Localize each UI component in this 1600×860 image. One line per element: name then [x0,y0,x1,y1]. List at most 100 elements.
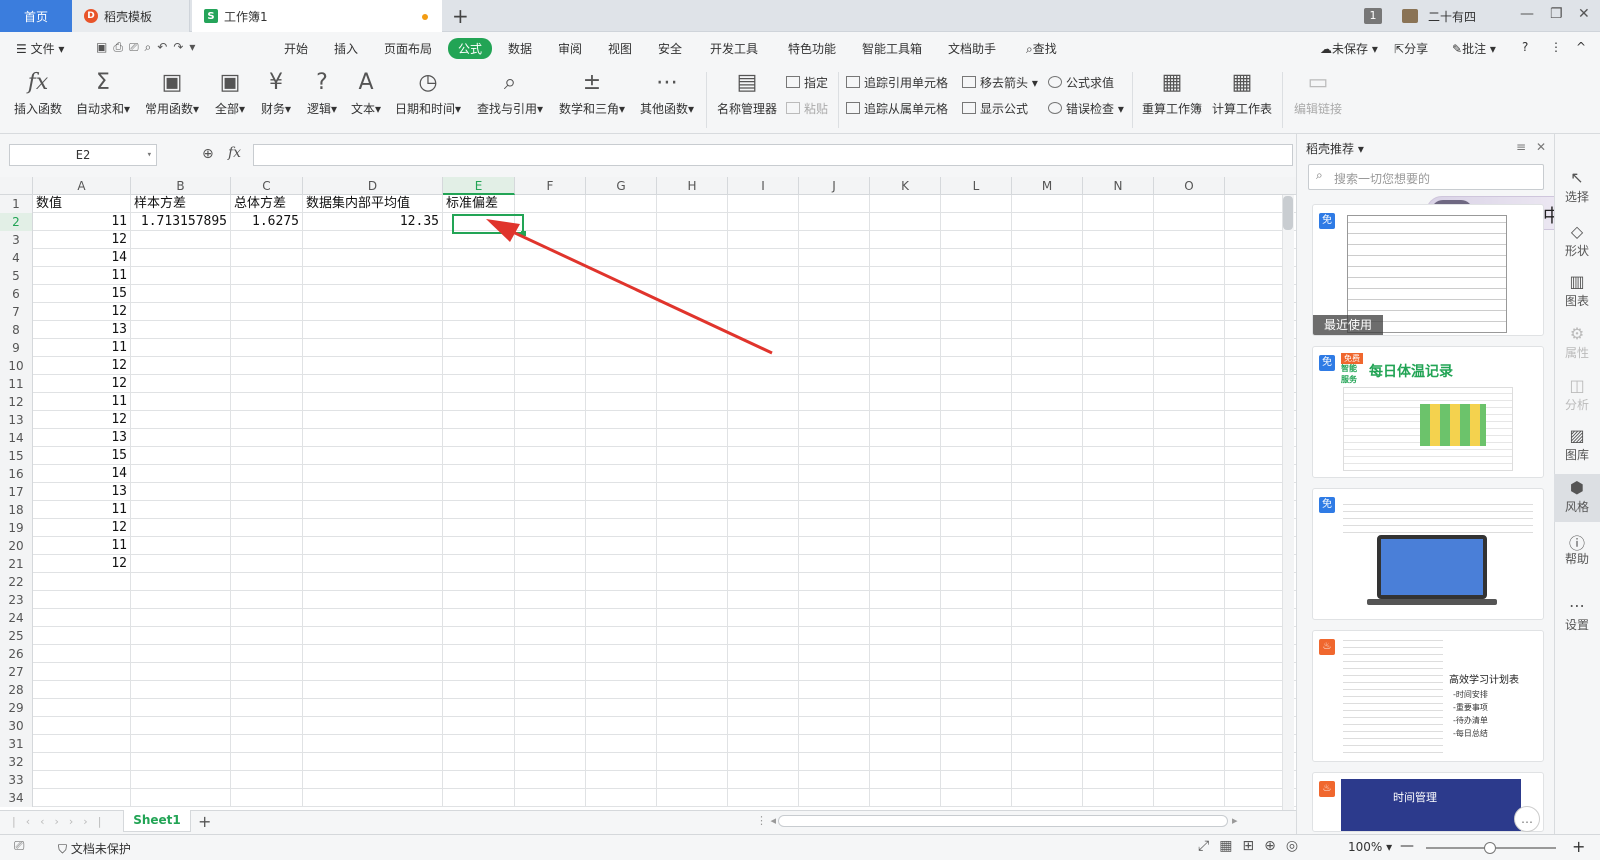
rail-chart[interactable]: ▥ 图表 [1554,272,1600,309]
cell-a16[interactable]: 14 [33,465,131,483]
cell-k10[interactable] [870,357,941,375]
paste-names-button[interactable]: 粘贴 [786,100,828,117]
cell-l23[interactable] [941,591,1012,609]
cell-k24[interactable] [870,609,941,627]
cell-n31[interactable] [1083,735,1154,753]
cell-a12[interactable]: 11 [33,393,131,411]
cell-i23[interactable] [728,591,799,609]
cell-o19[interactable] [1154,519,1225,537]
cell-n13[interactable] [1083,411,1154,429]
cell-d23[interactable] [303,591,443,609]
cell-m1[interactable] [1012,195,1083,213]
close-icon[interactable]: ✕ [1536,140,1546,154]
cell-o5[interactable] [1154,267,1225,285]
cell-g14[interactable] [586,429,657,447]
cell-i33[interactable] [728,771,799,789]
cell-o16[interactable] [1154,465,1225,483]
column-header-a[interactable]: A [33,177,131,195]
vertical-scroll-thumb[interactable] [1283,196,1293,230]
cell-b16[interactable] [131,465,231,483]
help-button[interactable]: ? [1522,40,1528,54]
unsaved-button[interactable]: ☁未保存 ▾ [1320,40,1378,57]
recalc-sheet-button[interactable]: ▦ 计算工作表 [1210,68,1274,117]
cell-h26[interactable] [657,645,728,663]
cell-d19[interactable] [303,519,443,537]
cell-g19[interactable] [586,519,657,537]
cell-o24[interactable] [1154,609,1225,627]
template-card-3[interactable]: 免 [1312,488,1544,620]
cell-d16[interactable] [303,465,443,483]
row-header[interactable]: 17 [0,483,33,501]
cell-o28[interactable] [1154,681,1225,699]
cell-e19[interactable] [443,519,515,537]
lookup-button[interactable]: ⌕ 查找与引用▾ [474,68,546,117]
cell-f27[interactable] [515,663,586,681]
cell-e34[interactable] [443,789,515,807]
cell-h27[interactable] [657,663,728,681]
cell-c10[interactable] [231,357,303,375]
cell-b3[interactable] [131,231,231,249]
cell-c19[interactable] [231,519,303,537]
cell-a7[interactable]: 12 [33,303,131,321]
cell-d14[interactable] [303,429,443,447]
tab-security[interactable]: 安全 [658,40,682,57]
cell-c1[interactable]: 总体方差 [231,195,303,213]
cell-c11[interactable] [231,375,303,393]
feedback-icon[interactable]: … [1514,806,1540,832]
cell-h11[interactable] [657,375,728,393]
cell-g21[interactable] [586,555,657,573]
cell-g17[interactable] [586,483,657,501]
cell-j22[interactable] [799,573,870,591]
cell-b9[interactable] [131,339,231,357]
cell-j24[interactable] [799,609,870,627]
math-button[interactable]: ± 数学和三角▾ [556,68,628,117]
cell-g13[interactable] [586,411,657,429]
cell-n2[interactable] [1083,213,1154,231]
cell-a20[interactable]: 11 [33,537,131,555]
row-header[interactable]: 9 [0,339,33,357]
cell-a13[interactable]: 12 [33,411,131,429]
cell-k32[interactable] [870,753,941,771]
cell-a23[interactable] [33,591,131,609]
cell-j11[interactable] [799,375,870,393]
cell-d13[interactable] [303,411,443,429]
zoom-in-button[interactable]: + [1572,837,1585,856]
cell-d1[interactable]: 数据集内部平均值 [303,195,443,213]
row-header[interactable]: 1 [0,195,33,213]
cell-a28[interactable] [33,681,131,699]
cell-f34[interactable] [515,789,586,807]
cell-d21[interactable] [303,555,443,573]
cell-l8[interactable] [941,321,1012,339]
cell-a10[interactable]: 12 [33,357,131,375]
cell-c24[interactable] [231,609,303,627]
cell-c7[interactable] [231,303,303,321]
cell-n11[interactable] [1083,375,1154,393]
cell-m6[interactable] [1012,285,1083,303]
cell-d11[interactable] [303,375,443,393]
zoom-search-icon[interactable]: ⊕ [202,146,214,162]
cell-b31[interactable] [131,735,231,753]
cell-j19[interactable] [799,519,870,537]
cell-m31[interactable] [1012,735,1083,753]
user-name[interactable]: 二十有四 [1428,8,1476,25]
name-manager-button[interactable]: ▤ 名称管理器 [714,68,780,117]
cell-c5[interactable] [231,267,303,285]
row-header[interactable]: 32 [0,753,33,771]
cell-j31[interactable] [799,735,870,753]
cell-f15[interactable] [515,447,586,465]
cell-k34[interactable] [870,789,941,807]
other-functions-button[interactable]: ⋯ 其他函数▾ [636,68,698,117]
cell-n33[interactable] [1083,771,1154,789]
cell-k13[interactable] [870,411,941,429]
close-window-button[interactable]: ✕ [1578,6,1590,22]
cell-o26[interactable] [1154,645,1225,663]
cell-g11[interactable] [586,375,657,393]
cell-e22[interactable] [443,573,515,591]
sheet-nav-arrows[interactable]: |‹‹›››| [12,815,111,828]
cell-f12[interactable] [515,393,586,411]
cell-c23[interactable] [231,591,303,609]
row-header[interactable]: 26 [0,645,33,663]
rail-properties[interactable]: ⚙ 属性 [1554,324,1600,361]
show-formulas-button[interactable]: 显示公式 [962,100,1028,117]
cell-i24[interactable] [728,609,799,627]
